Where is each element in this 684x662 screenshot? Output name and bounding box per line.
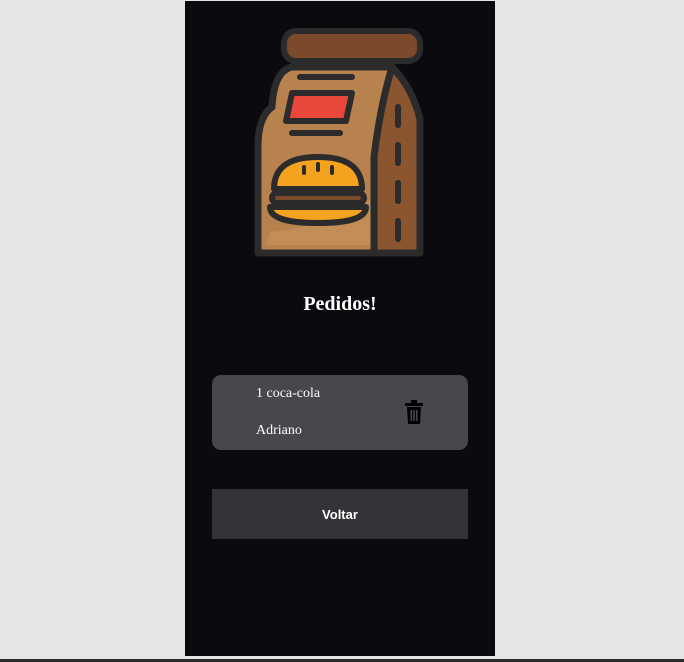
trash-icon[interactable]: [405, 400, 423, 424]
order-card: 1 coca-cola Adriano: [212, 375, 468, 450]
order-customer-name: Adriano: [256, 423, 302, 438]
orders-panel: Pedidos! 1 coca-cola Adriano Voltar: [185, 1, 495, 656]
back-button[interactable]: Voltar: [212, 489, 468, 539]
page-background: Pedidos! 1 coca-cola Adriano Voltar: [0, 0, 684, 662]
page-title: Pedidos!: [303, 293, 377, 315]
order-item-text: 1 coca-cola: [256, 386, 321, 401]
takeaway-burger-bag-icon: [254, 28, 424, 257]
